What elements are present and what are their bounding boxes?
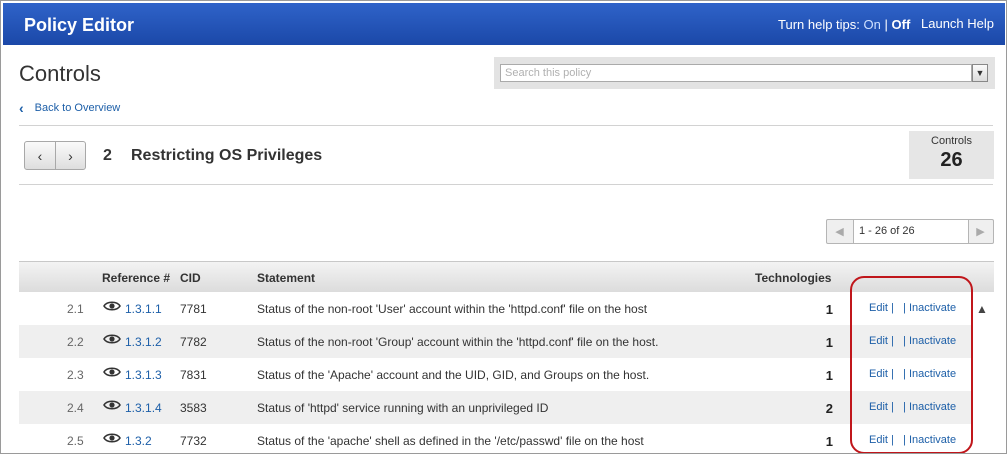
reference-link[interactable]: 1.3.1.2	[125, 335, 162, 349]
table-header: Reference # CID Statement Technologies	[19, 261, 994, 292]
section-title: Restricting OS Privileges	[131, 147, 323, 164]
technologies-count: 1	[825, 302, 833, 317]
table-row: 2.2 1.3.1.2 7782 Status of the non-root 'Gr…	[19, 325, 972, 358]
next-section-button[interactable]: ›	[55, 142, 85, 169]
page-title: Controls	[19, 61, 101, 86]
back-link-label: Back to Overview	[34, 102, 121, 114]
statement-text: Status of the non-root 'Group' account w…	[257, 335, 659, 349]
help-tips-label: Turn help tips:	[778, 17, 860, 32]
row-number: 2.5	[67, 434, 84, 448]
row-number: 2.2	[67, 335, 84, 349]
technologies-count: 1	[825, 335, 833, 350]
help-tips-on[interactable]: On	[864, 17, 881, 32]
section-nav: ‹ ›	[24, 141, 86, 170]
chevron-down-icon[interactable]: ▼	[972, 64, 988, 82]
scrollbar[interactable]: ▲	[972, 292, 994, 453]
controls-count-box: Controls 26	[909, 131, 994, 179]
table-row: 2.1 1.3.1.1 7781 Status of the non-root 'Us…	[19, 292, 972, 325]
statement-text: Status of the 'Apache' account and the U…	[257, 368, 650, 382]
cid-value: 7831	[180, 368, 207, 382]
row-number: 2.1	[67, 302, 84, 316]
technologies-count: 1	[825, 434, 833, 449]
divider	[19, 184, 993, 185]
chevron-left-icon: ‹	[37, 147, 43, 164]
chevron-right-icon: ›	[68, 147, 73, 164]
table-row: 2.4 1.3.1.4 3583 Status of 'httpd' service …	[19, 391, 972, 424]
app-window: Policy Editor Turn help tips: On | Off L…	[0, 0, 1007, 454]
reference-link[interactable]: 1.3.1.1	[125, 302, 162, 316]
reference-link[interactable]: 1.3.1.3	[125, 368, 162, 382]
launch-help-link[interactable]: Launch Help	[921, 16, 994, 31]
cid-value: 3583	[180, 401, 207, 415]
column-cid[interactable]: CID	[180, 271, 201, 285]
pager-next-icon[interactable]: ▶	[968, 220, 993, 243]
column-technologies[interactable]: Technologies	[755, 271, 831, 285]
eye-icon[interactable]	[103, 299, 121, 313]
reference-link[interactable]: 1.3.1.4	[125, 401, 162, 415]
column-reference[interactable]: Reference #	[102, 271, 170, 285]
statement-text: Status of 'httpd' service running with a…	[257, 401, 549, 415]
eye-icon[interactable]	[103, 332, 121, 346]
controls-count: 26	[940, 149, 963, 171]
row-number: 2.4	[67, 401, 84, 415]
actions-highlight-annotation	[850, 276, 973, 453]
table-row: 2.3 1.3.1.3 7831 Status of the 'Apache' acc…	[19, 358, 972, 391]
row-number: 2.3	[67, 368, 84, 382]
pager: ◀ 1 - 26 of 26 ▶	[826, 219, 994, 244]
divider	[19, 125, 993, 126]
technologies-count: 2	[825, 401, 833, 416]
help-tips-toggle: Turn help tips: On | Off	[778, 17, 910, 32]
search-bar: ▼	[494, 57, 995, 89]
back-to-overview-link[interactable]: ‹ Back to Overview	[19, 100, 120, 116]
statement-text: Status of the non-root 'User' account wi…	[257, 302, 648, 316]
cid-value: 7781	[180, 302, 207, 316]
top-bar: Policy Editor Turn help tips: On | Off L…	[3, 3, 1005, 45]
help-tips-separator: |	[884, 17, 888, 32]
pager-range[interactable]: 1 - 26 of 26	[853, 219, 969, 244]
technologies-count: 1	[825, 368, 833, 383]
eye-icon[interactable]	[103, 398, 121, 412]
column-statement[interactable]: Statement	[257, 271, 315, 285]
reference-link[interactable]: 1.3.2	[125, 434, 152, 448]
controls-label: Controls	[931, 135, 972, 147]
chevron-left-icon: ‹	[19, 100, 24, 116]
help-tips-off[interactable]: Off	[892, 17, 911, 32]
statement-text: Status of the 'apache' shell as defined …	[257, 434, 644, 448]
scroll-up-icon[interactable]: ▲	[976, 302, 988, 316]
table-row: 2.5 1.3.2 7732 Status of the 'apache' shell…	[19, 424, 972, 453]
cid-value: 7782	[180, 335, 207, 349]
pager-prev-icon[interactable]: ◀	[827, 220, 852, 243]
search-input[interactable]	[500, 64, 972, 82]
previous-section-button[interactable]: ‹	[25, 142, 55, 169]
app-title: Policy Editor	[24, 15, 135, 35]
cid-value: 7732	[180, 434, 207, 448]
eye-icon[interactable]	[103, 431, 121, 445]
section-number: 2	[103, 147, 112, 164]
eye-icon[interactable]	[103, 365, 121, 379]
